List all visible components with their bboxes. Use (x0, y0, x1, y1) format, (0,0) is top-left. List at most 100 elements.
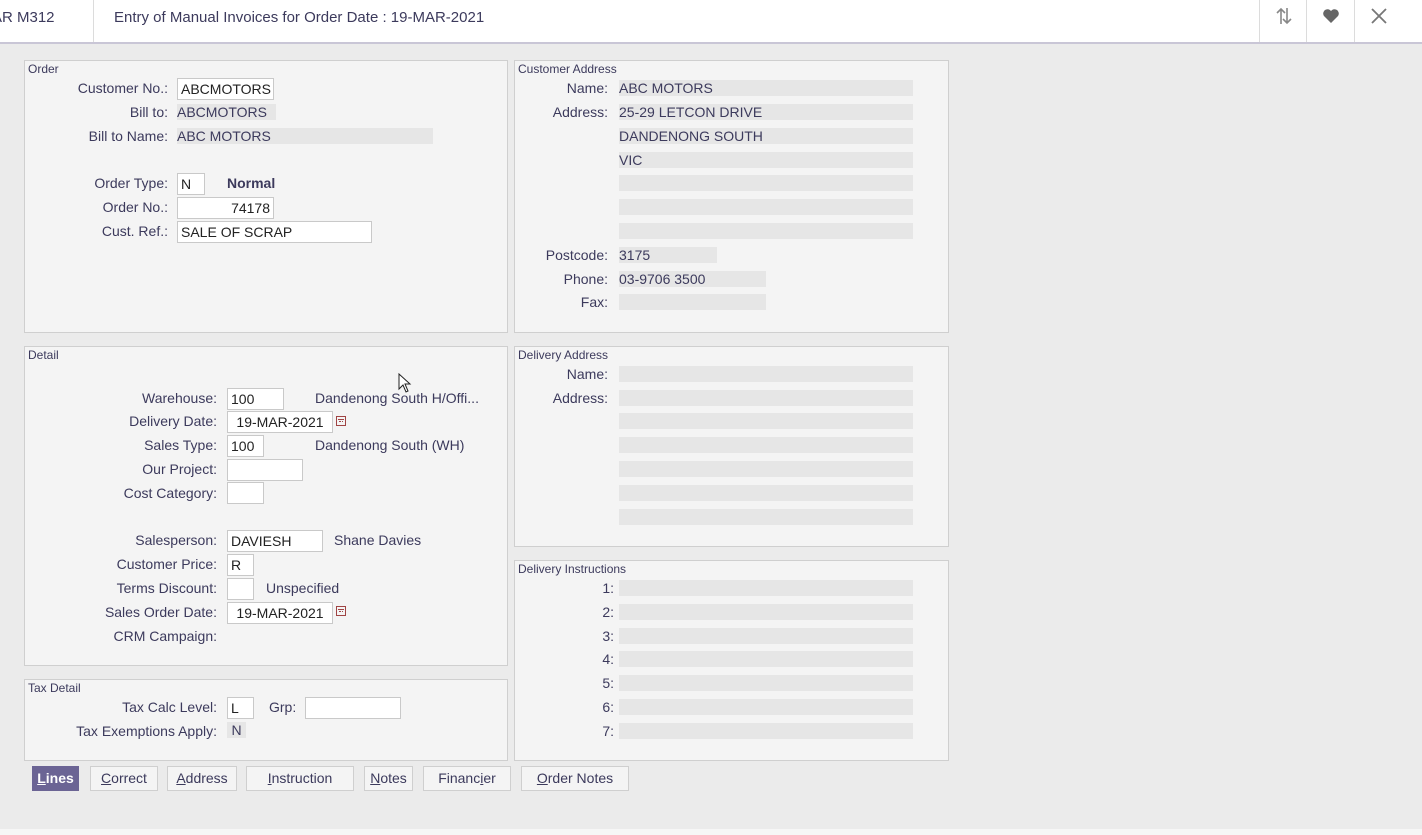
instruction-label-2: 2: (602, 604, 614, 620)
delivery-address-line-2 (619, 413, 913, 429)
delivery-instructions-section-title: Delivery Instructions (518, 562, 629, 576)
delivery-name-value (619, 366, 913, 382)
delivery-address-line-6 (619, 509, 913, 525)
notes-button-label: otes (380, 770, 407, 786)
cust-address-line-4 (619, 175, 913, 191)
our-project-label: Our Project: (142, 461, 217, 477)
terms-discount-label: Terms Discount: (116, 580, 217, 596)
sales-type-label: Sales Type: (144, 437, 217, 453)
tax-calc-level-field[interactable]: L (227, 697, 254, 719)
order-section-title: Order (28, 62, 61, 76)
sort-arrows-icon (1275, 7, 1292, 25)
lines-button[interactable]: Lines (32, 766, 79, 791)
warehouse-desc: Dandenong South H/Offi... (315, 390, 479, 406)
delivery-date-field[interactable]: 19-MAR-2021 (227, 411, 333, 433)
customer-address-panel: Customer Address (514, 60, 949, 333)
tax-exemptions-value: N (227, 722, 246, 738)
order-no-field[interactable]: 74178 (177, 197, 274, 219)
instruction-line-5 (619, 675, 913, 691)
sales-order-date-label: Sales Order Date: (104, 604, 217, 620)
tax-calc-level-label: Tax Calc Level: (122, 699, 217, 715)
customer-no-label: Customer No.: (77, 80, 168, 96)
instruction-button-label: nstruction (271, 770, 333, 786)
correct-button-hotkey: C (101, 770, 112, 786)
instruction-label-1: 1: (602, 580, 614, 596)
terms-discount-field[interactable] (227, 578, 254, 600)
cust-address-label: Address: (552, 104, 608, 120)
postcode-label: Postcode: (545, 247, 608, 263)
correct-button-label: orrect (111, 770, 147, 786)
instruction-button[interactable]: Instruction (246, 766, 354, 791)
cost-category-field[interactable] (227, 482, 264, 504)
salesperson-field[interactable]: DAVIESH (227, 530, 323, 552)
instruction-line-3 (619, 628, 913, 644)
order-type-label: Order Type: (94, 175, 168, 191)
order-type-field[interactable]: N (177, 173, 205, 195)
page-title: Entry of Manual Invoices for Order Date … (114, 9, 485, 26)
bottom-strip (0, 829, 1422, 835)
instruction-line-7 (619, 723, 913, 739)
close-button[interactable] (1354, 0, 1402, 42)
sales-type-desc: Dandenong South (WH) (315, 437, 465, 453)
tax-grp-field[interactable] (305, 697, 401, 719)
order-notes-button-label: rder Notes (547, 770, 614, 786)
delivery-address-line-5 (619, 485, 913, 501)
favorite-button[interactable] (1306, 0, 1354, 42)
instruction-label-6: 6: (602, 699, 614, 715)
order-no-label: Order No.: (102, 199, 168, 215)
terms-discount-desc: Unspecified (266, 580, 340, 596)
financier-button[interactable]: Financier (423, 766, 511, 791)
bill-to-name-value: ABC MOTORS (177, 128, 433, 144)
sort-button[interactable] (1259, 0, 1307, 42)
cust-address-line-1: 25-29 LETCON DRIVE (619, 104, 913, 120)
financier-button-prefix: Financ (438, 770, 481, 786)
delivery-date-label: Delivery Date: (129, 413, 217, 429)
tax-exemptions-label: Tax Exemptions Apply: (76, 723, 217, 739)
tax-detail-panel: Tax Detail (24, 679, 508, 761)
warehouse-field[interactable]: 100 (227, 388, 284, 410)
delivery-address-label: Address: (552, 390, 608, 406)
sales-type-field[interactable]: 100 (227, 435, 264, 457)
program-code-text: AR M312 (0, 9, 55, 26)
instruction-label-5: 5: (602, 675, 614, 691)
cust-address-line-5 (619, 199, 913, 215)
postcode-value: 3175 (619, 247, 717, 263)
order-notes-button[interactable]: Order Notes (521, 766, 629, 791)
tax-detail-section-title: Tax Detail (28, 681, 83, 695)
detail-section-title: Detail (28, 348, 61, 362)
fax-value (619, 294, 766, 310)
title-bar: AR M312 Entry of Manual Invoices for Ord… (0, 0, 1422, 44)
cust-ref-field[interactable]: SALE OF SCRAP (177, 221, 372, 243)
crm-campaign-label: CRM Campaign: (113, 628, 217, 644)
phone-label: Phone: (563, 271, 608, 287)
our-project-field[interactable] (227, 459, 303, 481)
instruction-label-3: 3: (602, 628, 614, 644)
notes-button-hotkey: N (370, 770, 381, 786)
address-button-label: ddress (185, 770, 228, 786)
customer-price-field[interactable]: R (227, 554, 254, 576)
cust-address-line-2: DANDENONG SOUTH (619, 128, 913, 144)
bill-to-name-label: Bill to Name: (88, 128, 168, 144)
address-button-hotkey: A (176, 770, 186, 786)
bill-to-value: ABCMOTORS (177, 104, 276, 120)
delivery-address-line-3 (619, 437, 913, 453)
address-button[interactable]: Address (167, 766, 237, 791)
tax-grp-label: Grp: (269, 699, 297, 715)
instruction-label-7: 7: (602, 723, 614, 739)
delivery-date-calendar-icon[interactable] (336, 416, 346, 426)
customer-no-field[interactable]: ABCMOTORS (177, 78, 274, 100)
instruction-line-6 (619, 699, 913, 715)
delivery-address-line-1 (619, 390, 913, 406)
notes-button[interactable]: Notes (364, 766, 413, 791)
customer-address-section-title: Customer Address (518, 62, 619, 76)
financier-button-label: er (483, 770, 496, 786)
phone-value: 03-9706 3500 (619, 271, 766, 287)
bill-to-label: Bill to: (129, 104, 168, 120)
cust-address-line-6 (619, 223, 913, 239)
delivery-address-line-4 (619, 461, 913, 477)
cust-name-value: ABC MOTORS (619, 80, 913, 96)
correct-button[interactable]: Correct (90, 766, 158, 791)
lines-button-hotkey: L (37, 770, 46, 786)
sales-order-date-calendar-icon[interactable] (336, 606, 346, 616)
sales-order-date-field[interactable]: 19-MAR-2021 (227, 602, 333, 624)
